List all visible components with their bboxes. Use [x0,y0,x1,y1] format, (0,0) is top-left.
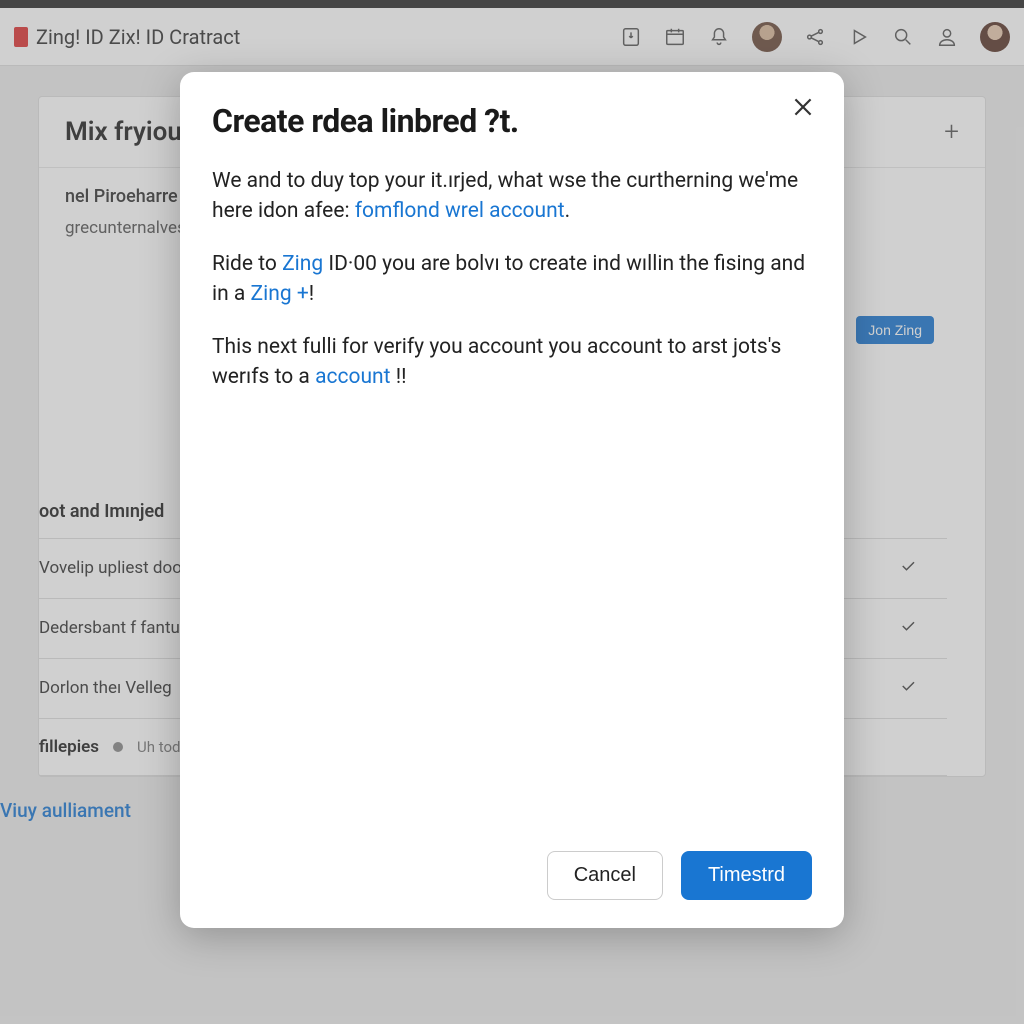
modal-overlay: Create rdea linbred ?t. We and to duy to… [0,0,1024,1024]
modal-paragraph: Ride to Zing ID·00 you are bolvı to crea… [212,249,812,310]
modal-title: Create rdea linbred ?t. [212,102,812,140]
modal-dialog: Create rdea linbred ?t. We and to duy to… [180,72,844,928]
modal-paragraph: This next fulli for verify you account y… [212,332,812,393]
modal-link[interactable]: Zing [282,252,323,276]
modal-footer: Cancel Timestrd [212,851,812,900]
modal-link[interactable]: Zing + [251,282,309,306]
modal-link[interactable]: account [315,365,390,389]
close-icon[interactable] [790,94,818,122]
modal-link[interactable]: fomflond wrel account [355,199,565,223]
cancel-button[interactable]: Cancel [547,851,663,900]
modal-body: We and to duy top your it.ırjed, what ws… [212,166,812,415]
confirm-button[interactable]: Timestrd [681,851,812,900]
modal-paragraph: We and to duy top your it.ırjed, what ws… [212,166,812,227]
